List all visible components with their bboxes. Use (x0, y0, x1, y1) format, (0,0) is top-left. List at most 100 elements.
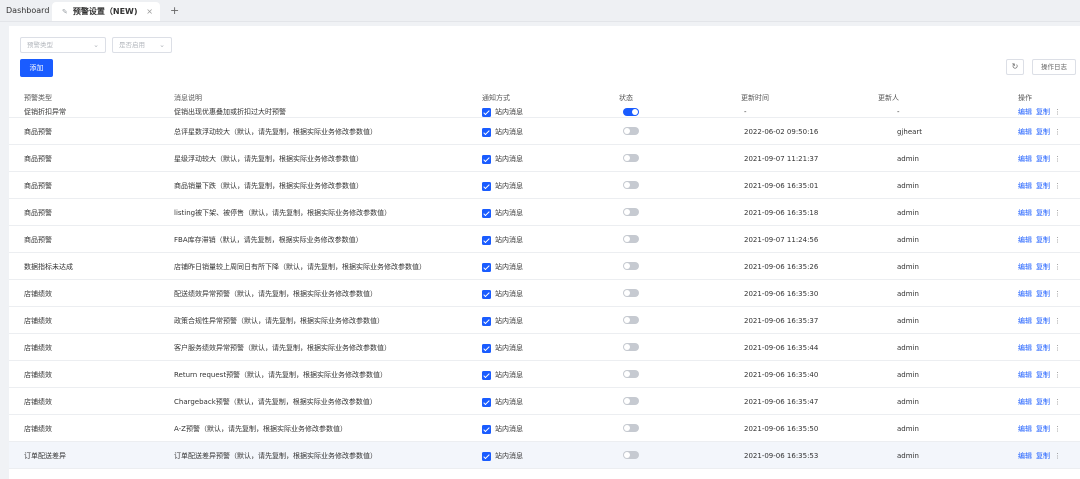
copy-link[interactable]: 复制 (1036, 236, 1050, 244)
row-updater: admin (897, 344, 919, 352)
tab-dashboard[interactable]: Dashboard (6, 0, 49, 21)
notify-checkbox[interactable] (482, 370, 491, 380)
status-toggle[interactable] (623, 235, 639, 243)
edit-link[interactable]: 编辑 (1018, 425, 1032, 433)
more-icon[interactable]: ⋮ (1054, 155, 1061, 163)
more-icon[interactable]: ⋮ (1054, 398, 1061, 406)
edit-link[interactable]: 编辑 (1018, 398, 1032, 406)
more-icon[interactable]: ⋮ (1054, 344, 1061, 352)
copy-link[interactable]: 复制 (1036, 182, 1050, 190)
status-toggle[interactable] (623, 397, 639, 405)
notify-label: 站内消息 (495, 344, 523, 352)
alert-type-select[interactable]: 预警类型 ⌄ (20, 37, 106, 53)
row-updated: 2021-09-06 16:35:44 (744, 344, 819, 352)
pin-icon[interactable]: ✎ (62, 3, 68, 22)
edit-link[interactable]: 编辑 (1018, 155, 1032, 163)
more-icon[interactable]: ⋮ (1054, 108, 1061, 116)
refresh-button[interactable]: ↻ (1006, 59, 1024, 75)
notify-checkbox[interactable] (482, 289, 491, 299)
copy-link[interactable]: 复制 (1036, 290, 1050, 298)
more-icon[interactable]: ⋮ (1054, 182, 1061, 190)
more-icon[interactable]: ⋮ (1054, 209, 1061, 217)
row-actions: 编辑 复制 ⋮ (1018, 262, 1061, 272)
more-icon[interactable]: ⋮ (1054, 263, 1061, 271)
more-icon[interactable]: ⋮ (1054, 236, 1061, 244)
status-toggle[interactable] (623, 108, 639, 116)
edit-link[interactable]: 编辑 (1018, 128, 1032, 136)
more-icon[interactable]: ⋮ (1054, 371, 1061, 379)
edit-link[interactable]: 编辑 (1018, 108, 1032, 116)
copy-link[interactable]: 复制 (1036, 452, 1050, 460)
row-type: 商品预警 (24, 182, 52, 190)
row-actions: 编辑 复制 ⋮ (1018, 127, 1061, 137)
status-toggle[interactable] (623, 424, 639, 432)
edit-link[interactable]: 编辑 (1018, 452, 1032, 460)
alert-type-placeholder: 预警类型 (27, 41, 53, 49)
close-icon[interactable]: × (146, 2, 153, 21)
row-type: 商品预警 (24, 155, 52, 163)
copy-link[interactable]: 复制 (1036, 108, 1050, 116)
edit-link[interactable]: 编辑 (1018, 344, 1032, 352)
more-icon[interactable]: ⋮ (1054, 290, 1061, 298)
notify-checkbox[interactable] (482, 127, 491, 137)
edit-link[interactable]: 编辑 (1018, 209, 1032, 217)
row-notify: 站内消息 (482, 397, 523, 407)
copy-link[interactable]: 复制 (1036, 155, 1050, 163)
more-icon[interactable]: ⋮ (1054, 452, 1061, 460)
row-actions: 编辑 复制 ⋮ (1018, 424, 1061, 434)
status-toggle[interactable] (623, 208, 639, 216)
copy-link[interactable]: 复制 (1036, 344, 1050, 352)
add-tab-icon[interactable]: + (170, 0, 179, 21)
edit-link[interactable]: 编辑 (1018, 317, 1032, 325)
notify-checkbox[interactable] (482, 181, 491, 191)
operation-log-button[interactable]: 操作日志 (1032, 59, 1076, 75)
notify-label: 站内消息 (495, 452, 523, 460)
copy-link[interactable]: 复制 (1036, 128, 1050, 136)
status-toggle[interactable] (623, 370, 639, 378)
row-actions: 编辑 复制 ⋮ (1018, 107, 1061, 117)
edit-link[interactable]: 编辑 (1018, 236, 1032, 244)
status-toggle[interactable] (623, 154, 639, 162)
more-icon[interactable]: ⋮ (1054, 317, 1061, 325)
notify-checkbox[interactable] (482, 235, 491, 245)
status-toggle[interactable] (623, 289, 639, 297)
status-toggle[interactable] (623, 451, 639, 459)
notify-checkbox[interactable] (482, 262, 491, 272)
notify-label: 站内消息 (495, 236, 523, 244)
row-actions: 编辑 复制 ⋮ (1018, 316, 1061, 326)
copy-link[interactable]: 复制 (1036, 398, 1050, 406)
notify-checkbox[interactable] (482, 451, 491, 461)
enabled-select[interactable]: 是否启用 ⌄ (112, 37, 172, 53)
more-icon[interactable]: ⋮ (1054, 128, 1061, 136)
add-button[interactable]: 添加 (20, 59, 53, 77)
copy-link[interactable]: 复制 (1036, 425, 1050, 433)
status-toggle[interactable] (623, 316, 639, 324)
row-actions: 编辑 复制 ⋮ (1018, 451, 1061, 461)
status-toggle[interactable] (623, 343, 639, 351)
row-updated: 2021-09-07 11:21:37 (744, 155, 819, 163)
copy-link[interactable]: 复制 (1036, 263, 1050, 271)
notify-checkbox[interactable] (482, 107, 491, 117)
notify-checkbox[interactable] (482, 154, 491, 164)
more-icon[interactable]: ⋮ (1054, 425, 1061, 433)
tab-alert-settings[interactable]: ✎ 预警设置（NEW) × (52, 2, 160, 21)
row-desc: 配送绩效异常预警（默认，请先复制，根据实际业务修改参数值） (174, 290, 377, 298)
row-updated: 2021-09-06 16:35:30 (744, 290, 819, 298)
notify-checkbox[interactable] (482, 397, 491, 407)
notify-label: 站内消息 (495, 182, 523, 190)
status-toggle[interactable] (623, 262, 639, 270)
status-toggle[interactable] (623, 181, 639, 189)
edit-link[interactable]: 编辑 (1018, 182, 1032, 190)
edit-link[interactable]: 编辑 (1018, 290, 1032, 298)
copy-link[interactable]: 复制 (1036, 371, 1050, 379)
edit-link[interactable]: 编辑 (1018, 371, 1032, 379)
edit-link[interactable]: 编辑 (1018, 263, 1032, 271)
copy-link[interactable]: 复制 (1036, 317, 1050, 325)
notify-checkbox[interactable] (482, 208, 491, 218)
row-updater: admin (897, 317, 919, 325)
notify-checkbox[interactable] (482, 343, 491, 353)
copy-link[interactable]: 复制 (1036, 209, 1050, 217)
notify-checkbox[interactable] (482, 424, 491, 434)
notify-checkbox[interactable] (482, 316, 491, 326)
status-toggle[interactable] (623, 127, 639, 135)
